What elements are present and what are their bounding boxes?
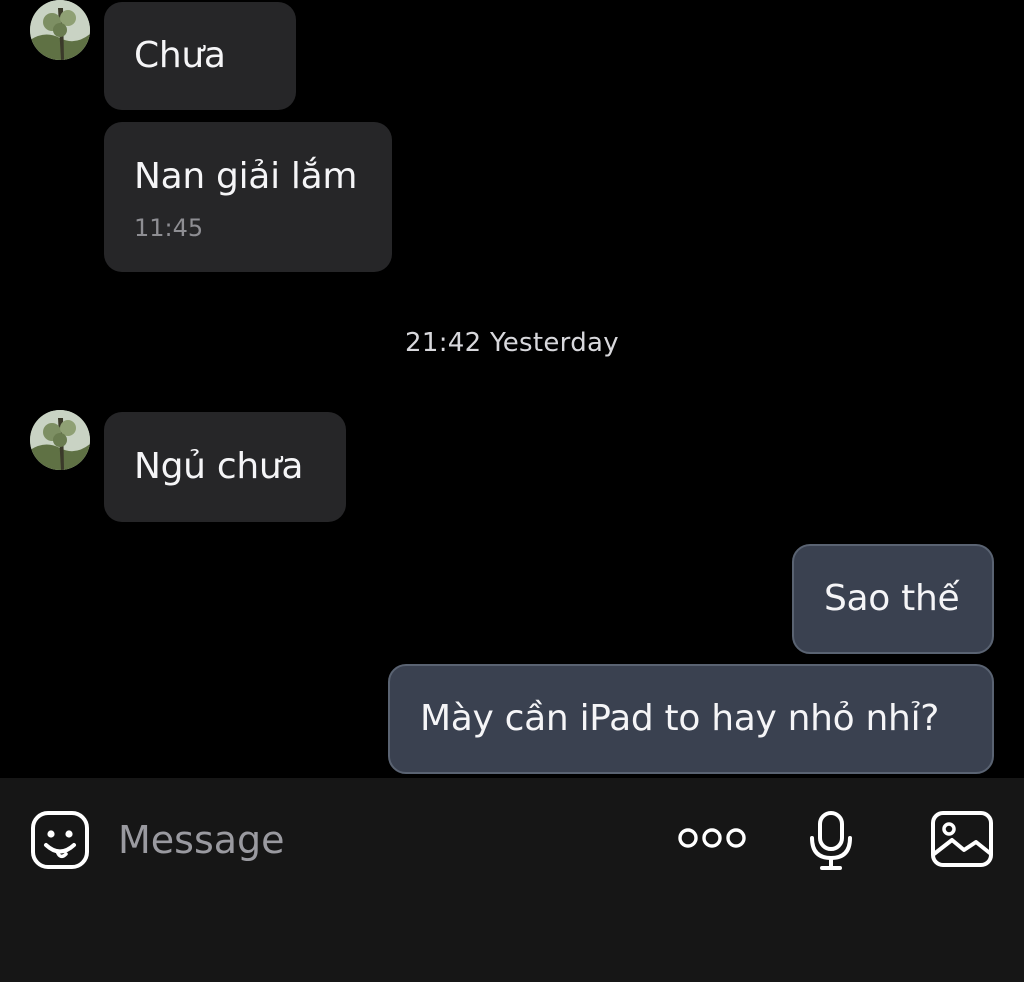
date-divider: 21:42 Yesterday	[405, 328, 619, 358]
message-bubble[interactable]: Chưa	[104, 2, 296, 110]
message-timestamp: 11:45	[134, 214, 204, 242]
message-text: Mày cần iPad to hay nhỏ nhỉ?	[420, 698, 940, 739]
more-options-icon[interactable]	[678, 824, 746, 852]
chat-thread[interactable]: Chưa Nan giải lắm 11:45 21:42 Yesterday …	[0, 0, 1024, 778]
message-bubble-outgoing[interactable]: Mày cần iPad to hay nhỏ nhỉ?	[388, 664, 994, 774]
message-composer	[0, 778, 1024, 982]
sticker-icon[interactable]	[30, 810, 90, 870]
message-bubble[interactable]: Nan giải lắm 11:45	[104, 122, 392, 272]
avatar-photo	[30, 410, 90, 470]
message-text: Nan giải lắm	[134, 156, 358, 197]
image-gallery-icon[interactable]	[930, 810, 994, 868]
message-bubble[interactable]: Ngủ chưa	[104, 412, 346, 522]
avatar-photo	[30, 0, 90, 60]
contact-avatar[interactable]	[30, 410, 90, 470]
contact-avatar[interactable]	[30, 0, 90, 60]
message-text: Sao thế	[824, 578, 960, 619]
message-bubble-outgoing[interactable]: Sao thế	[792, 544, 994, 654]
message-text: Ngủ chưa	[134, 446, 304, 487]
message-text: Chưa	[134, 35, 226, 76]
microphone-icon[interactable]	[808, 810, 854, 872]
message-input[interactable]	[118, 816, 638, 864]
